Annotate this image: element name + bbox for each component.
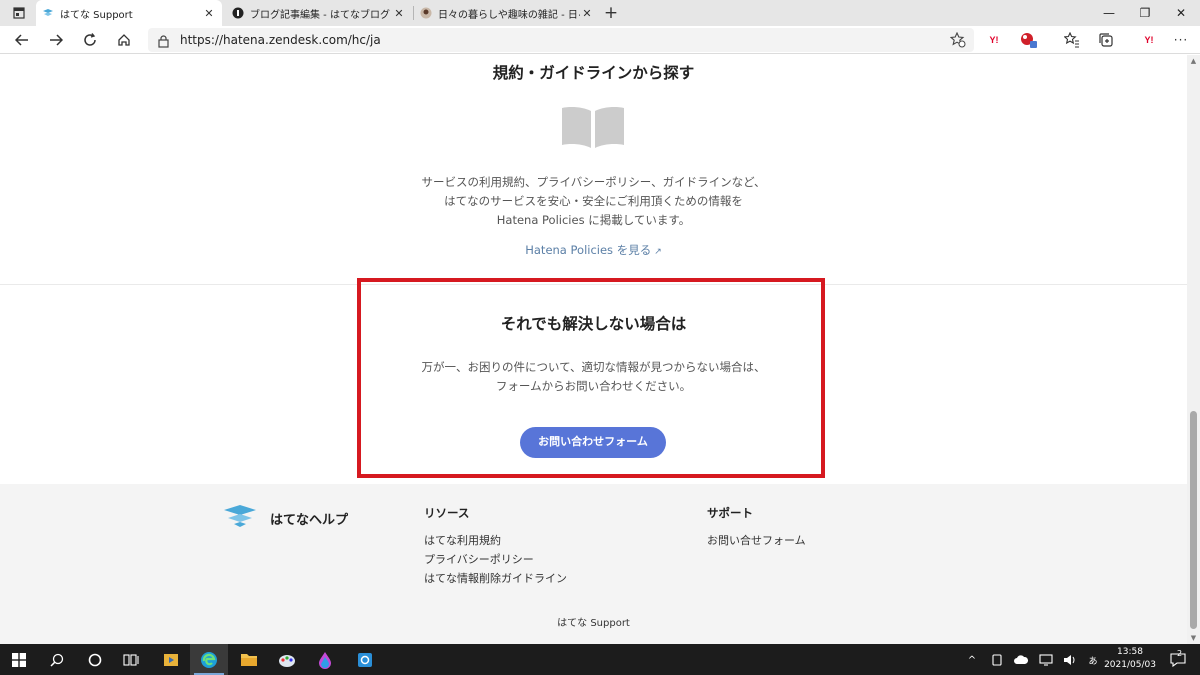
tab-blog-edit[interactable]: ブログ記事編集 - はてなブログ ✕: [226, 0, 412, 26]
hatena-help-logo-icon: [220, 504, 260, 532]
add-favorite-icon[interactable]: [949, 31, 966, 52]
support-heading: サポート: [707, 508, 753, 520]
tab-actions-icon[interactable]: [10, 4, 28, 22]
extension-badge-icon[interactable]: [1019, 31, 1037, 49]
tab-hatena-support[interactable]: はてな Support ✕: [36, 0, 222, 26]
tab-title: 日々の暮らしや趣味の雑記 - 日々の: [438, 9, 580, 21]
hatena-blog-favicon-icon: [232, 7, 244, 19]
tab-close-icon[interactable]: ✕: [580, 7, 594, 20]
snipping-tool-icon[interactable]: [346, 644, 384, 675]
policies-desc-line2: はてなのサービスを安心・安全にご利用頂くための情報を: [444, 194, 743, 208]
scroll-down-icon[interactable]: ▼: [1187, 632, 1200, 644]
windows-taskbar: ^ あ 13:58 2021/05/03 2: [0, 644, 1200, 675]
contact-heading: それでも解決しない場合は: [500, 316, 687, 333]
window-close-icon[interactable]: ✕: [1158, 0, 1200, 26]
media-player-icon[interactable]: [152, 644, 190, 675]
contact-desc-line2: フォームからお問い合わせください。: [495, 379, 692, 393]
hatena-policies-link[interactable]: Hatena Policies を見る ↗: [0, 242, 1187, 258]
footer: はてなヘルプ リソース はてな利用規約 プライバシーポリシー はてな情報削除ガイ…: [0, 484, 1187, 644]
contact-form-button[interactable]: お問い合わせフォーム: [520, 427, 666, 458]
home-icon[interactable]: [114, 30, 134, 50]
notification-center-icon[interactable]: 2: [1168, 649, 1188, 669]
onedrive-cloud-icon[interactable]: [1013, 653, 1029, 667]
resources-heading: リソース: [424, 508, 470, 520]
page-scrollbar[interactable]: ▲ ▼: [1187, 55, 1200, 644]
contact-desc-line1: 万が一、お困りの件について、適切な情報が見つからない場合は、: [421, 360, 766, 374]
lock-icon[interactable]: [158, 33, 169, 52]
url-text[interactable]: https://hatena.zendesk.com/hc/ja: [180, 28, 381, 52]
footer-logo[interactable]: はてなヘルプ: [220, 504, 348, 532]
collections-icon[interactable]: [1097, 31, 1115, 49]
volume-icon[interactable]: [1062, 653, 1078, 667]
page-content: 規約・ガイドラインから探す サービスの利用規約、プライバシーポリシー、ガイドライ…: [0, 55, 1187, 644]
privacy-policy-link[interactable]: プライバシーポリシー: [424, 551, 534, 567]
tab-close-icon[interactable]: ✕: [392, 7, 406, 20]
blog-avatar-favicon-icon: [420, 7, 432, 19]
paint-app-icon[interactable]: [268, 644, 306, 675]
edge-browser-icon[interactable]: [190, 644, 228, 675]
more-menu-icon[interactable]: ···: [1172, 31, 1190, 49]
yahoo-extension-icon[interactable]: Y!: [985, 31, 1003, 49]
windows-start-icon[interactable]: [0, 644, 38, 675]
policies-desc-line1: サービスの利用規約、プライバシーポリシー、ガイドラインなど、: [421, 175, 766, 189]
browser-tab-bar: はてな Support ✕ ブログ記事編集 - はてなブログ ✕ 日々の暮らしや…: [0, 0, 1200, 26]
contact-form-link[interactable]: お問い合せフォーム: [707, 532, 806, 548]
deletion-guideline-link[interactable]: はてな情報削除ガイドライン: [424, 570, 567, 586]
input-method-indicator[interactable]: あ: [1085, 653, 1101, 667]
search-icon[interactable]: [38, 644, 76, 675]
footer-brand-name: はてなヘルプ: [270, 511, 349, 527]
tab-blog-diary[interactable]: 日々の暮らしや趣味の雑記 - 日々の ✕: [414, 0, 600, 26]
hatena-policies-link-label[interactable]: Hatena Policies を見る: [525, 243, 651, 257]
browser-toolbar: https://hatena.zendesk.com/hc/ja Y! Y! ·…: [0, 26, 1200, 54]
tab-title: はてな Support: [60, 9, 133, 21]
refresh-icon[interactable]: [80, 30, 100, 50]
cortana-icon[interactable]: [76, 644, 114, 675]
favorites-icon[interactable]: [1063, 31, 1081, 49]
yahoo-profile-icon[interactable]: Y!: [1140, 31, 1158, 49]
scrollbar-thumb[interactable]: [1190, 411, 1197, 629]
forward-icon[interactable]: [46, 30, 66, 50]
scroll-up-icon[interactable]: ▲: [1187, 55, 1200, 67]
taskbar-clock[interactable]: 13:58 2021/05/03: [1100, 646, 1160, 672]
new-tab-icon[interactable]: +: [600, 2, 622, 24]
task-view-icon[interactable]: [112, 644, 150, 675]
address-bar[interactable]: https://hatena.zendesk.com/hc/ja: [148, 28, 974, 52]
show-hidden-icons-icon[interactable]: ^: [964, 653, 980, 667]
terms-link[interactable]: はてな利用規約: [424, 532, 501, 548]
network-icon[interactable]: [1038, 653, 1054, 667]
clock-time: 13:58: [1117, 647, 1143, 657]
device-icon[interactable]: [989, 653, 1005, 667]
back-icon[interactable]: [12, 30, 32, 50]
file-explorer-icon[interactable]: [230, 644, 268, 675]
tab-close-icon[interactable]: ✕: [202, 7, 216, 20]
clock-date: 2021/05/03: [1104, 660, 1156, 670]
policies-heading: 規約・ガイドラインから探す: [492, 65, 695, 82]
notification-count: 2: [1177, 649, 1183, 658]
tab-title: ブログ記事編集 - はてなブログ: [250, 9, 390, 21]
footer-copyright: はてな Support: [557, 618, 630, 629]
policies-desc-line3: Hatena Policies に掲載しています。: [496, 213, 691, 227]
paint3d-app-icon[interactable]: [306, 644, 344, 675]
external-link-icon: ↗: [654, 247, 662, 257]
book-icon: [561, 105, 625, 153]
hatena-help-favicon-icon: [42, 7, 54, 19]
